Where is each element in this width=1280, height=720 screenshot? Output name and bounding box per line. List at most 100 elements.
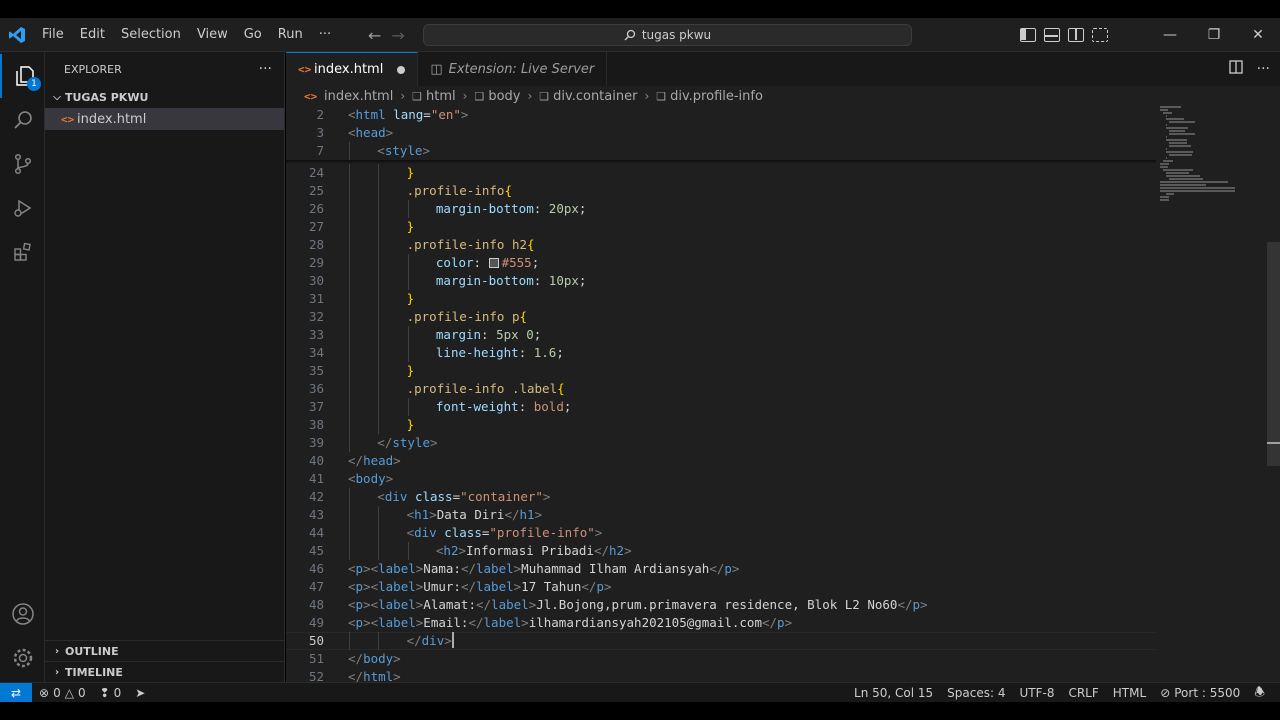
problems-indicator[interactable]: ⊗ 0 △ 0 bbox=[32, 686, 93, 700]
tab-extension-live-server[interactable]: ◫ Extension: Live Server bbox=[418, 52, 608, 86]
menu-view[interactable]: View bbox=[189, 18, 236, 52]
code-line[interactable]: 51 </body> bbox=[286, 650, 1156, 668]
code-line[interactable]: 26 margin-bottom: 20px; bbox=[286, 200, 1156, 218]
live-server-port[interactable]: ⊘ Port : 5500 bbox=[1153, 686, 1247, 700]
code-line[interactable]: 49 <p><label>Email:</label>ilhamardiansya… bbox=[286, 614, 1156, 632]
code-line[interactable]: 29 color: #555; bbox=[286, 254, 1156, 272]
code-line[interactable]: 50 </div> bbox=[286, 632, 1156, 650]
minimap[interactable] bbox=[1160, 106, 1270, 206]
folder-section[interactable]: ⌵ TUGAS PKWU bbox=[45, 86, 284, 108]
indent-guide bbox=[349, 362, 350, 380]
code-token: body bbox=[363, 651, 394, 666]
extensions-icon[interactable] bbox=[0, 230, 45, 274]
tab-index-html[interactable]: <> index.html bbox=[286, 52, 419, 86]
line-number: 34 bbox=[308, 345, 324, 360]
code-token: >< bbox=[363, 561, 379, 576]
code-line[interactable]: 30 margin-bottom: 10px; bbox=[286, 272, 1156, 290]
breadcrumb-item[interactable]: index.html bbox=[324, 89, 393, 104]
code-line[interactable]: 25 .profile-info{ bbox=[286, 182, 1156, 200]
menu-file[interactable]: File bbox=[34, 18, 72, 52]
breadcrumb-item[interactable]: body bbox=[488, 89, 520, 104]
outline-section[interactable]: › OUTLINE bbox=[45, 640, 285, 662]
code-line[interactable]: 52 </html> bbox=[286, 668, 1156, 682]
search-icon[interactable] bbox=[0, 98, 45, 142]
restore-icon[interactable]: ❐ bbox=[1192, 18, 1236, 52]
indent-guide bbox=[378, 542, 380, 560]
toggle-secondary-sidebar-icon[interactable] bbox=[1068, 28, 1084, 42]
close-icon[interactable]: ✕ bbox=[1236, 18, 1280, 52]
minimize-icon[interactable]: — bbox=[1148, 18, 1192, 52]
file-item-index-html[interactable]: <> index.html bbox=[45, 108, 284, 130]
remote-indicator-icon[interactable]: ⇄ bbox=[0, 682, 32, 703]
line-number: 40 bbox=[308, 453, 324, 468]
code-line[interactable]: 37 font-weight: bold; bbox=[286, 398, 1156, 416]
code-text: } bbox=[407, 416, 415, 434]
settings-gear-icon[interactable] bbox=[0, 636, 45, 680]
account-icon[interactable] bbox=[0, 592, 45, 636]
line-number: 26 bbox=[308, 201, 324, 216]
forward-arrow-icon[interactable]: → bbox=[391, 26, 404, 45]
end-of-line[interactable]: CRLF bbox=[1061, 686, 1105, 700]
sticky-scroll-line[interactable]: 2 <html lang="en"> bbox=[286, 106, 1156, 124]
code-line[interactable]: 38} bbox=[286, 416, 1156, 434]
toggle-primary-sidebar-icon[interactable] bbox=[1020, 28, 1036, 42]
ports-indicator[interactable]: ❢ 0 bbox=[93, 686, 129, 700]
code-line[interactable]: 39 </style> bbox=[286, 434, 1156, 452]
breadcrumb-item[interactable]: div.profile-info bbox=[670, 89, 763, 104]
breadcrumb-item[interactable]: div.container bbox=[553, 89, 637, 104]
code-line[interactable]: 48 <p><label>Alamat:</label>Jl.Bojong,pru… bbox=[286, 596, 1156, 614]
code-line[interactable]: 44 <div class="profile-info"> bbox=[286, 524, 1156, 542]
timeline-section[interactable]: › TIMELINE bbox=[45, 661, 285, 683]
bell-icon[interactable]: 🕭 bbox=[1247, 683, 1272, 704]
code-line[interactable]: 43 <h1>Data Diri</h1> bbox=[286, 506, 1156, 524]
toggle-panel-icon[interactable] bbox=[1044, 28, 1060, 42]
code-line[interactable]: 46 <p><label>Nama:</label>Muhammad Ilham … bbox=[286, 560, 1156, 578]
code-line[interactable]: 40 </head> bbox=[286, 452, 1156, 470]
live-share-icon[interactable]: ➤ bbox=[128, 686, 152, 700]
files-icon[interactable]: 1 bbox=[0, 54, 45, 98]
more-actions-icon[interactable]: ··· bbox=[1257, 61, 1270, 77]
menu-run[interactable]: Run bbox=[270, 18, 311, 52]
menu-selection[interactable]: Selection bbox=[113, 18, 189, 52]
indentation[interactable]: Spaces: 4 bbox=[940, 686, 1012, 700]
code-line[interactable]: 35} bbox=[286, 362, 1156, 380]
menu-more[interactable]: ··· bbox=[311, 18, 339, 52]
code-line[interactable]: 34 line-height: 1.6; bbox=[286, 344, 1156, 362]
menu-go[interactable]: Go bbox=[236, 18, 270, 52]
code-line[interactable]: 33 margin: 5px 0; bbox=[286, 326, 1156, 344]
line-number: 39 bbox=[308, 435, 324, 450]
breadcrumb-item[interactable]: html bbox=[426, 89, 456, 104]
cursor-position[interactable]: Ln 50, Col 15 bbox=[847, 686, 940, 700]
code-line[interactable]: 47 <p><label>Umur:</label>17 Tahun</p> bbox=[286, 578, 1156, 596]
code-token: class bbox=[444, 525, 482, 540]
sticky-scroll-line[interactable]: 7 <style> bbox=[286, 142, 1156, 160]
line-number: 3 bbox=[316, 125, 324, 140]
split-editor-icon[interactable] bbox=[1228, 60, 1243, 78]
code-token: Email: bbox=[423, 615, 469, 630]
unsaved-dot-icon[interactable] bbox=[397, 65, 406, 74]
minimap-line bbox=[1166, 118, 1185, 120]
vertical-scrollbar[interactable] bbox=[1267, 242, 1280, 466]
code-line[interactable]: 45 <h2>Informasi Pribadi</h2> bbox=[286, 542, 1156, 560]
back-arrow-icon[interactable]: ← bbox=[368, 26, 381, 45]
source-control-icon[interactable] bbox=[0, 142, 45, 186]
code-line[interactable]: 36 .profile-info .label{ bbox=[286, 380, 1156, 398]
code-line[interactable]: 42 <div class="container"> bbox=[286, 488, 1156, 506]
code-editor[interactable]: 24} 25 .profile-info{26 margin-bottom: 20px… bbox=[286, 106, 1280, 682]
customize-layout-icon[interactable] bbox=[1092, 28, 1108, 42]
code-token: label bbox=[476, 561, 514, 576]
menu-edit[interactable]: Edit bbox=[72, 18, 113, 52]
code-line[interactable]: 24} bbox=[286, 164, 1156, 182]
code-line[interactable]: 27} bbox=[286, 218, 1156, 236]
more-actions-icon[interactable]: ··· bbox=[259, 61, 272, 77]
encoding[interactable]: UTF-8 bbox=[1012, 686, 1061, 700]
code-line[interactable]: 32 .profile-info p{ bbox=[286, 308, 1156, 326]
color-swatch-icon[interactable] bbox=[488, 258, 499, 268]
code-line[interactable]: 41 <body> bbox=[286, 470, 1156, 488]
run-debug-icon[interactable] bbox=[0, 186, 45, 230]
sticky-scroll-line[interactable]: 3 <head> bbox=[286, 124, 1156, 142]
code-line[interactable]: 28 .profile-info h2{ bbox=[286, 236, 1156, 254]
command-center[interactable]: tugas pkwu bbox=[423, 24, 912, 46]
code-line[interactable]: 31} bbox=[286, 290, 1156, 308]
language-mode[interactable]: HTML bbox=[1106, 686, 1153, 700]
